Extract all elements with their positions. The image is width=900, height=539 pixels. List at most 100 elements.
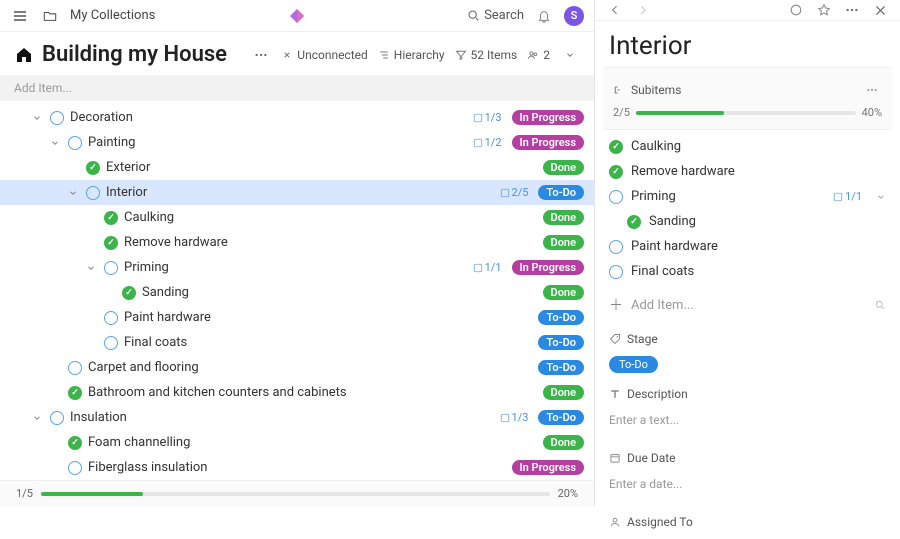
menu-icon[interactable] bbox=[10, 6, 30, 26]
circle-icon[interactable] bbox=[786, 0, 806, 20]
bell-icon[interactable] bbox=[534, 6, 554, 26]
people-count[interactable]: 2 bbox=[527, 48, 550, 62]
status-open-icon[interactable] bbox=[609, 240, 623, 254]
subitem[interactable]: Final coats bbox=[609, 259, 886, 284]
list-item[interactable]: Interior2/5To-Do bbox=[0, 180, 594, 205]
star-icon[interactable] bbox=[814, 0, 834, 20]
chevron-down-icon[interactable] bbox=[66, 188, 80, 198]
status-open-icon[interactable] bbox=[50, 411, 64, 425]
search-label: Search bbox=[484, 8, 524, 23]
list-item[interactable]: Fiberglass insulationIn Progress bbox=[0, 455, 594, 480]
duedate-input[interactable]: Enter a date... bbox=[609, 471, 886, 501]
subitems-progress-count: 2/5 bbox=[613, 106, 630, 119]
item-label: Interior bbox=[106, 185, 494, 200]
progress-bar bbox=[41, 492, 550, 496]
connection-toggle[interactable]: Unconnected bbox=[281, 48, 368, 62]
status-done-icon[interactable] bbox=[609, 140, 623, 154]
status-done-icon[interactable] bbox=[609, 165, 623, 179]
subitem-label: Sanding bbox=[649, 214, 886, 229]
list-item[interactable]: Remove hardwareDone bbox=[0, 230, 594, 255]
more-icon[interactable] bbox=[251, 45, 271, 65]
close-icon[interactable] bbox=[870, 0, 890, 20]
status-done-icon[interactable] bbox=[104, 236, 118, 250]
status-done-icon[interactable] bbox=[104, 211, 118, 225]
collection-title[interactable]: My Collections bbox=[70, 8, 155, 23]
stage-label: Stage bbox=[627, 332, 658, 346]
status-open-icon[interactable] bbox=[104, 261, 118, 275]
nav-forward-icon[interactable] bbox=[633, 0, 653, 20]
list-item[interactable]: Paint hardwareTo-Do bbox=[0, 305, 594, 330]
stage-value[interactable]: To-Do bbox=[609, 356, 658, 373]
subitem[interactable]: Paint hardware bbox=[609, 234, 886, 259]
status-badge: To-Do bbox=[538, 410, 584, 425]
person-icon bbox=[609, 516, 621, 528]
status-open-icon[interactable] bbox=[609, 265, 623, 279]
progress-pct: 20% bbox=[558, 487, 578, 500]
add-item-input[interactable]: Add Item... bbox=[0, 75, 594, 101]
more-icon[interactable] bbox=[842, 0, 862, 20]
plus-icon: ＋ bbox=[609, 295, 623, 315]
detail-add-item[interactable]: ＋ Add Item... bbox=[609, 292, 886, 318]
chevron-down-icon[interactable] bbox=[560, 45, 580, 65]
status-open-icon[interactable] bbox=[50, 111, 64, 125]
chevron-down-icon[interactable] bbox=[876, 192, 886, 202]
search-button[interactable]: Search bbox=[467, 8, 524, 23]
subitem-label: Remove hardware bbox=[631, 164, 886, 179]
list-item[interactable]: CaulkingDone bbox=[0, 205, 594, 230]
status-open-icon[interactable] bbox=[104, 336, 118, 350]
status-open-icon[interactable] bbox=[68, 136, 82, 150]
subitem-count: 1/2 bbox=[473, 136, 502, 149]
list-item[interactable]: ExteriorDone bbox=[0, 155, 594, 180]
subitem[interactable]: Priming 1/1 bbox=[609, 184, 886, 209]
chevron-down-icon[interactable] bbox=[30, 113, 44, 123]
status-badge: Done bbox=[543, 285, 584, 300]
subitems-more-icon[interactable] bbox=[862, 80, 882, 100]
chevron-down-icon[interactable] bbox=[30, 413, 44, 423]
item-label: Priming bbox=[124, 260, 467, 275]
status-done-icon[interactable] bbox=[86, 161, 100, 175]
status-open-icon[interactable] bbox=[86, 186, 100, 200]
status-done-icon[interactable] bbox=[68, 386, 82, 400]
nav-back-icon[interactable] bbox=[605, 0, 625, 20]
item-label: Painting bbox=[88, 135, 467, 150]
list-item[interactable]: Final coatsTo-Do bbox=[0, 330, 594, 355]
duedate-label: Due Date bbox=[627, 451, 676, 465]
subitem-count: 1/1 bbox=[833, 190, 862, 203]
list-item[interactable]: Bathroom and kitchen counters and cabine… bbox=[0, 380, 594, 405]
status-open-icon[interactable] bbox=[104, 311, 118, 325]
subitem[interactable]: Sanding bbox=[609, 209, 886, 234]
list-item[interactable]: Foam channellingDone bbox=[0, 430, 594, 455]
list-item[interactable]: Sanding Done bbox=[0, 280, 594, 305]
list-item[interactable]: Insulation1/3To-Do bbox=[0, 405, 594, 430]
description-input[interactable]: Enter a text... bbox=[609, 407, 886, 437]
status-open-icon[interactable] bbox=[68, 361, 82, 375]
filter-items[interactable]: 52 Items bbox=[455, 48, 518, 62]
status-done-icon[interactable] bbox=[122, 286, 136, 300]
list-item[interactable]: Painting1/2In Progress bbox=[0, 130, 594, 155]
status-open-icon[interactable] bbox=[68, 461, 82, 475]
list-item[interactable]: Decoration1/3In Progress bbox=[0, 105, 594, 130]
subitem-count: 2/5 bbox=[500, 186, 529, 199]
chevron-down-icon[interactable] bbox=[84, 263, 98, 273]
list-item[interactable]: Priming1/1In Progress bbox=[0, 255, 594, 280]
status-open-icon[interactable] bbox=[609, 190, 623, 204]
item-label: Caulking bbox=[124, 210, 533, 225]
subitems-icon bbox=[613, 84, 625, 96]
subitem[interactable]: Caulking bbox=[609, 134, 886, 159]
avatar[interactable]: S bbox=[564, 6, 584, 26]
subitems-progress-bar bbox=[636, 111, 856, 115]
status-badge: To-Do bbox=[538, 310, 584, 325]
item-label: Sanding bbox=[142, 285, 533, 300]
subitem[interactable]: Remove hardware bbox=[609, 159, 886, 184]
status-badge: In Progress bbox=[512, 260, 584, 275]
subitem-label: Priming bbox=[631, 189, 825, 204]
item-label: Insulation bbox=[70, 410, 494, 425]
folder-icon[interactable] bbox=[40, 6, 60, 26]
status-done-icon[interactable] bbox=[627, 215, 641, 229]
list-item[interactable]: Carpet and flooringTo-Do bbox=[0, 355, 594, 380]
item-label: Exterior bbox=[106, 160, 533, 175]
view-mode[interactable]: Hierarchy bbox=[378, 48, 445, 62]
subitems-progress-pct: 40% bbox=[862, 106, 882, 119]
chevron-down-icon[interactable] bbox=[48, 138, 62, 148]
status-done-icon[interactable] bbox=[68, 436, 82, 450]
